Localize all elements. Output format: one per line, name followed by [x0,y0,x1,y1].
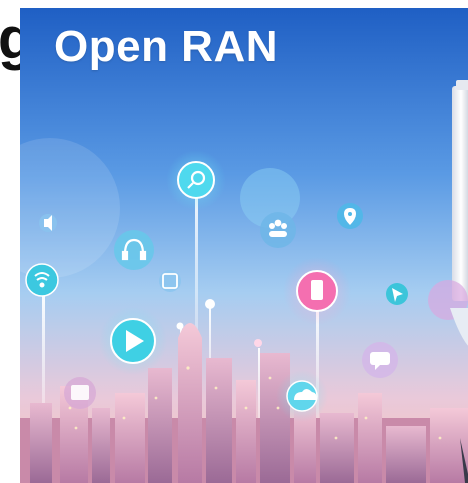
illustration [20,8,468,483]
open-ran-poster: Open RAN [20,8,468,483]
calendar-icon [71,385,89,400]
phone-icon [311,280,323,300]
poster-title: Open RAN [54,22,278,71]
